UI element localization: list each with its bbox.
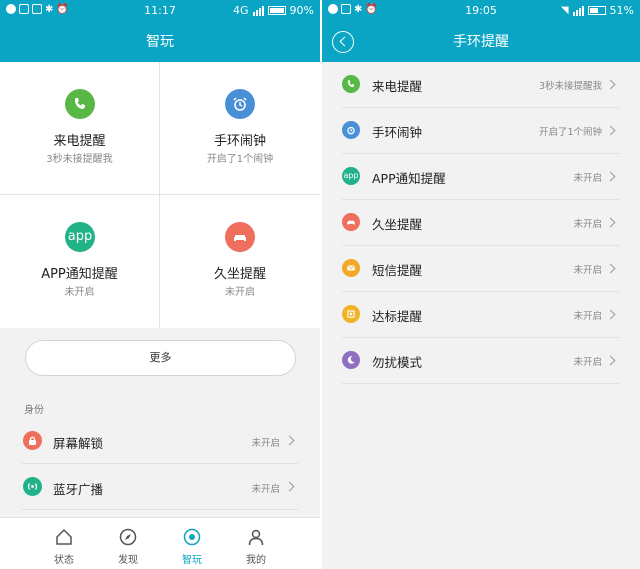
list-item-screen-unlock[interactable]: 屏幕解锁 未开启 bbox=[0, 418, 320, 464]
alarm-clock-icon bbox=[342, 121, 360, 139]
feature-grid: 来电提醒 3秒未接提醒我 手环闹钟 开启了1个闹钟 app APP通知提醒 未开… bbox=[0, 62, 320, 328]
chevron-right-icon bbox=[284, 481, 295, 492]
alarm-clock-icon bbox=[225, 89, 255, 119]
list-item-bluetooth-broadcast[interactable]: 蓝牙广播 未开启 bbox=[0, 464, 320, 510]
app-icon: app bbox=[342, 167, 360, 185]
left-screen: ✱ ⏰ 11:17 4G 90% 智玩 来电提醒 3秒未接提醒我 手环闹钟 开启… bbox=[0, 0, 320, 569]
message-icon bbox=[342, 259, 360, 277]
list-item-status: 未开启 bbox=[573, 311, 602, 322]
status-bar: ✱ ⏰ 19:05 ◥ 51% bbox=[322, 0, 640, 22]
list-item-label: 达标提醒 bbox=[372, 309, 423, 324]
broadcast-icon bbox=[23, 477, 42, 496]
grid-item-subtitle: 开启了1个闹钟 bbox=[206, 154, 274, 165]
list-item-sms-reminder[interactable]: 短信提醒 未开启 bbox=[322, 246, 640, 292]
list-item-label: 来电提醒 bbox=[372, 79, 423, 94]
tab-label: 智玩 bbox=[182, 555, 202, 566]
list-item-do-not-disturb[interactable]: 勿扰模式 未开启 bbox=[322, 338, 640, 384]
target-icon bbox=[183, 528, 201, 546]
list-item-sedentary-reminder[interactable]: 久坐提醒 未开启 bbox=[322, 200, 640, 246]
list-item-label: 久坐提醒 bbox=[372, 217, 423, 232]
phone-icon bbox=[342, 75, 360, 93]
status-bar: ✱ ⏰ 11:17 4G 90% bbox=[0, 0, 320, 22]
list-item-status: 未开启 bbox=[573, 219, 602, 230]
compass-icon bbox=[119, 528, 137, 546]
list-item-label: 蓝牙广播 bbox=[53, 482, 104, 497]
list-item-status: 3秒未接提醒我 bbox=[538, 81, 602, 92]
more-button[interactable]: 更多 bbox=[25, 340, 296, 376]
battery-percent: 90% bbox=[289, 4, 314, 17]
list-item-status: 未开启 bbox=[251, 484, 280, 495]
grid-item-app-notification[interactable]: app APP通知提醒 未开启 bbox=[0, 195, 160, 328]
tab-label: 我的 bbox=[246, 555, 266, 566]
tab-mine[interactable]: 我的 bbox=[224, 518, 288, 569]
grid-item-band-alarm[interactable]: 手环闹钟 开启了1个闹钟 bbox=[160, 62, 320, 195]
page-title-text: 手环提醒 bbox=[453, 34, 509, 50]
chevron-right-icon bbox=[605, 79, 616, 90]
grid-item-subtitle: 未开启 bbox=[225, 287, 255, 298]
goal-icon bbox=[342, 305, 360, 323]
grid-item-title: APP通知提醒 bbox=[41, 267, 118, 282]
list-item-goal-reminder[interactable]: 达标提醒 未开启 bbox=[322, 292, 640, 338]
tab-smart-play[interactable]: 智玩 bbox=[160, 518, 224, 569]
person-icon bbox=[248, 529, 264, 546]
tab-label: 发现 bbox=[118, 555, 138, 566]
list-item-call-reminder[interactable]: 来电提醒 3秒未接提醒我 bbox=[322, 62, 640, 108]
grid-item-title: 来电提醒 bbox=[53, 134, 106, 149]
bottom-tab-bar: 状态 发现 智玩 我的 bbox=[0, 517, 320, 569]
sofa-icon bbox=[225, 222, 255, 252]
chevron-right-icon bbox=[605, 309, 616, 320]
grid-item-sedentary-reminder[interactable]: 久坐提醒 未开启 bbox=[160, 195, 320, 328]
grid-item-subtitle: 3秒未接提醒我 bbox=[46, 154, 113, 165]
signal-icon bbox=[252, 5, 264, 16]
list-item-app-notification[interactable]: app APP通知提醒 未开启 bbox=[322, 154, 640, 200]
moon-icon bbox=[342, 351, 360, 369]
phone-icon bbox=[65, 89, 95, 119]
section-label: 身份 bbox=[24, 405, 44, 416]
battery-icon bbox=[587, 6, 606, 15]
list-item-label: APP通知提醒 bbox=[372, 171, 446, 186]
network-type: 4G bbox=[233, 4, 249, 17]
tab-status[interactable]: 状态 bbox=[32, 518, 96, 569]
sofa-icon bbox=[342, 213, 360, 231]
wifi-icon: ◥ bbox=[560, 5, 569, 16]
page-title: 手环提醒 bbox=[322, 22, 640, 62]
list-item-label: 短信提醒 bbox=[372, 263, 423, 278]
home-icon bbox=[56, 528, 72, 545]
list-item-status: 未开启 bbox=[251, 438, 280, 449]
grid-item-title: 久坐提醒 bbox=[213, 267, 266, 282]
tab-label: 状态 bbox=[54, 555, 74, 566]
grid-item-call-reminder[interactable]: 来电提醒 3秒未接提醒我 bbox=[0, 62, 160, 195]
list-item-band-alarm[interactable]: 手环闹钟 开启了1个闹钟 bbox=[322, 108, 640, 154]
list-item-status: 未开启 bbox=[573, 173, 602, 184]
chevron-right-icon bbox=[605, 125, 616, 136]
list-item-label: 勿扰模式 bbox=[372, 355, 423, 370]
list-item-label: 屏幕解锁 bbox=[53, 436, 104, 451]
chevron-right-icon bbox=[284, 435, 295, 446]
signal-icon bbox=[572, 5, 584, 16]
app-icon: app bbox=[65, 222, 95, 252]
page-title: 智玩 bbox=[0, 22, 320, 62]
list-item-status: 未开启 bbox=[573, 357, 602, 368]
list-item-status: 开启了1个闹钟 bbox=[538, 127, 602, 138]
grid-item-title: 手环闹钟 bbox=[213, 134, 266, 149]
chevron-right-icon bbox=[605, 217, 616, 228]
tab-discover[interactable]: 发现 bbox=[96, 518, 160, 569]
chevron-right-icon bbox=[605, 263, 616, 274]
list-item-status: 未开启 bbox=[573, 265, 602, 276]
grid-item-subtitle: 未开启 bbox=[64, 287, 95, 298]
lock-icon bbox=[23, 431, 42, 450]
battery-icon bbox=[267, 6, 286, 15]
battery-percent: 51% bbox=[609, 4, 634, 17]
list-item-label: 手环闹钟 bbox=[372, 125, 423, 140]
back-button[interactable] bbox=[332, 31, 354, 53]
right-screen: ✱ ⏰ 19:05 ◥ 51% 手环提醒 来电提醒 3秒未接提醒我 手环闹钟 开… bbox=[322, 0, 640, 569]
chevron-right-icon bbox=[605, 171, 616, 182]
chevron-right-icon bbox=[605, 355, 616, 366]
